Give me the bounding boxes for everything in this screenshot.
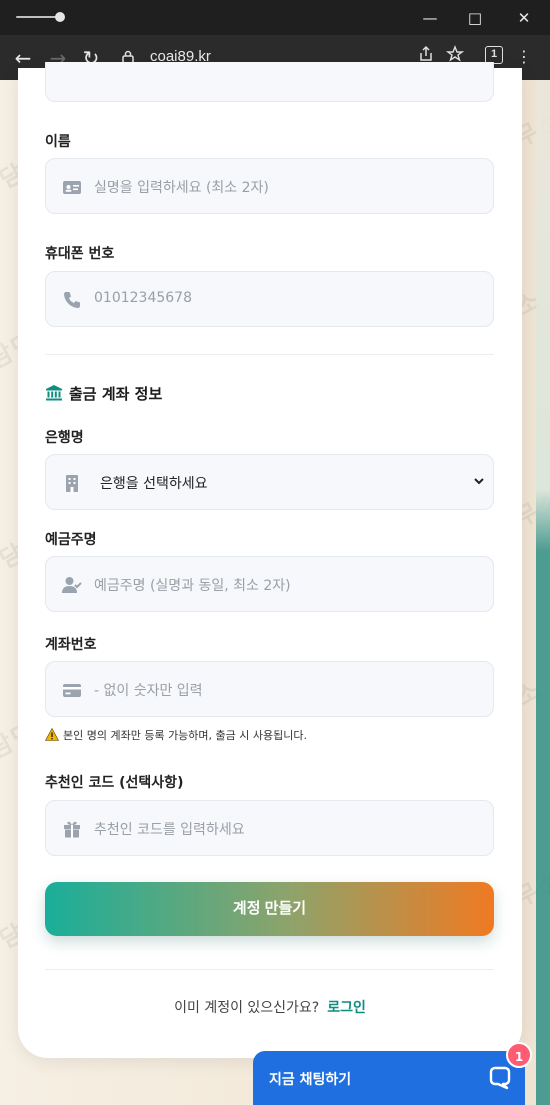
login-prompt: 이미 계정이 있으신가요? — [174, 1000, 320, 1016]
id-card-icon — [63, 181, 81, 194]
name-input-placeholder[interactable]: 실명을 입력하세요 (최소 2자) — [94, 177, 269, 197]
building-icon — [66, 475, 78, 492]
create-account-button[interactable]: 계정 만들기 — [45, 882, 494, 936]
window-titlebar: — □ ✕ — [0, 0, 550, 35]
minimize-icon[interactable]: — — [418, 6, 442, 30]
account-field[interactable]: - 없이 숫자만 입력 — [45, 661, 494, 717]
login-link[interactable]: 로그인 — [327, 1000, 366, 1016]
page-background-strip — [536, 80, 550, 1105]
account-notice: 본인 명의 계좌만 등록 가능하며, 출금 시 사용됩니다. — [44, 727, 307, 743]
account-input-placeholder[interactable]: - 없이 숫자만 입력 — [94, 680, 203, 700]
menu-icon[interactable]: ⋮ — [512, 45, 536, 69]
credit-card-icon — [63, 684, 81, 697]
holder-field[interactable]: 예금주명 (실명과 동일, 최소 2자) — [45, 556, 494, 612]
footer-divider — [45, 969, 494, 970]
chat-label[interactable]: 지금 채팅하기 — [269, 1069, 351, 1089]
zoom-slider-knob[interactable] — [55, 12, 65, 22]
user-check-icon — [62, 577, 82, 593]
bank-icon — [46, 385, 62, 401]
close-icon[interactable]: ✕ — [512, 6, 536, 30]
phone-input-placeholder[interactable]: 01012345678 — [94, 290, 192, 306]
account-notice-text: 본인 명의 계좌만 등록 가능하며, 출금 시 사용됩니다. — [63, 729, 307, 742]
bank-section-title-text: 출금 계좌 정보 — [69, 385, 163, 403]
referral-input-placeholder[interactable]: 추천인 코드를 입력하세요 — [94, 819, 245, 839]
referral-label: 추천인 코드 (선택사항) — [45, 775, 184, 791]
warning-icon — [44, 727, 60, 741]
name-label: 이름 — [45, 134, 71, 150]
referral-field[interactable]: 추천인 코드를 입력하세요 — [45, 800, 494, 856]
chat-icon[interactable] — [487, 1065, 513, 1091]
phone-field[interactable]: 01012345678 — [45, 271, 494, 327]
maximize-icon[interactable]: □ — [463, 6, 487, 30]
holder-input-placeholder[interactable]: 예금주명 (실명과 동일, 최소 2자) — [94, 575, 291, 595]
section-divider — [45, 354, 494, 355]
chat-widget-button[interactable]: 지금 채팅하기 — [253, 1051, 525, 1105]
previous-field[interactable] — [45, 62, 494, 102]
chat-unread-badge: 1 — [506, 1042, 532, 1068]
phone-label: 휴대폰 번호 — [45, 246, 115, 262]
bank-section-title: 출금 계좌 정보 — [45, 383, 162, 404]
bank-label: 은행명 — [45, 430, 84, 446]
login-row: 이미 계정이 있으신가요? 로그인 — [0, 997, 540, 1017]
holder-label: 예금주명 — [45, 532, 97, 548]
name-field[interactable]: 실명을 입력하세요 (최소 2자) — [45, 158, 494, 214]
bank-select[interactable]: 은행을 선택하세요 — [45, 454, 494, 510]
account-label: 계좌번호 — [45, 637, 97, 653]
phone-icon — [64, 292, 80, 308]
chevron-down-icon[interactable] — [473, 475, 485, 487]
bank-select-value[interactable]: 은행을 선택하세요 — [100, 473, 208, 493]
gift-icon — [64, 821, 80, 838]
